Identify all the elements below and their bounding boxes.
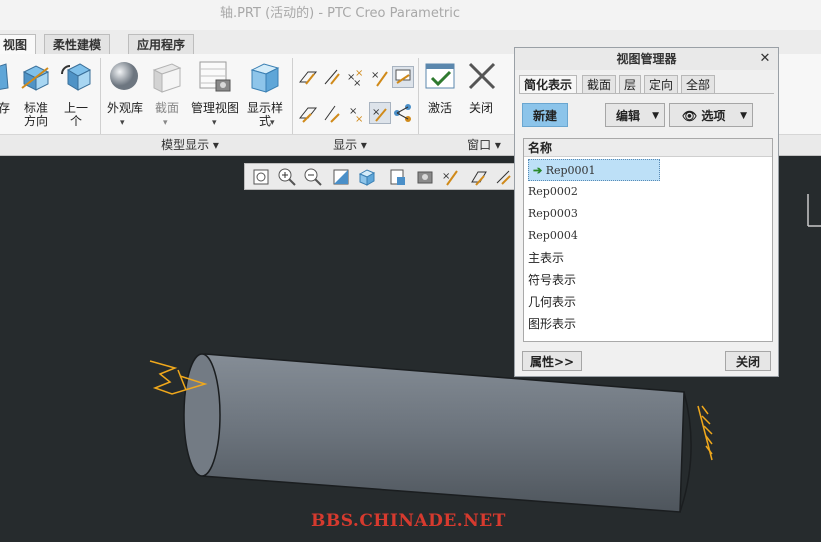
spin-center-small-icon[interactable] (493, 167, 513, 187)
title-bar: 轴.PRT (活动的) - PTC Creo Parametric (0, 0, 821, 30)
chevron-down-icon: ▾ (120, 118, 125, 128)
section-icon (150, 60, 184, 94)
previous-view-icon (58, 60, 92, 94)
chevron-down-icon: ▼ (652, 111, 659, 121)
saved-orientations-icon[interactable] (387, 167, 407, 187)
window-title: 轴.PRT (活动的) - PTC Creo Parametric (219, 6, 461, 21)
datum-axis-display-icon[interactable] (321, 66, 343, 88)
window-group-label[interactable]: 窗口 ▾ (456, 136, 512, 152)
manage-views-button[interactable]: 管理视图 (190, 102, 240, 115)
display-style-icon (248, 60, 282, 94)
svg-text:×: × (355, 114, 363, 124)
standard-orientation-icon (18, 60, 52, 94)
close-button[interactable]: 关闭 (725, 351, 771, 371)
column-header-name[interactable]: 名称 (524, 139, 772, 157)
list-item[interactable]: ➔ Rep0001 (528, 159, 660, 181)
options-dropdown-button[interactable]: 👁 选项 ▼ (669, 103, 753, 127)
appearance-gallery-icon (108, 60, 140, 94)
new-button[interactable]: 新建 (522, 103, 568, 127)
cylinder-end-face (183, 353, 221, 477)
csys-display-icon[interactable]: × (369, 66, 391, 88)
chevron-down-icon: ▾ (212, 118, 217, 128)
tab-layers[interactable]: 层 (619, 75, 642, 94)
chevron-down-icon: ▾ (163, 118, 168, 128)
zoom-out-icon[interactable] (303, 167, 323, 187)
datum-point-display-icon[interactable]: × × × (345, 66, 367, 89)
list-item[interactable]: Rep0003 (528, 203, 578, 225)
tab-applications[interactable]: 应用程序 (128, 34, 195, 54)
plane-tag-display-icon[interactable] (297, 102, 319, 124)
list-item[interactable]: Rep0002 (528, 181, 578, 203)
close-window-icon (466, 60, 500, 94)
tab-all[interactable]: 全部 (681, 75, 716, 94)
close-window-button[interactable]: 关闭 (464, 102, 498, 115)
annotation-display-icon[interactable] (392, 102, 414, 124)
tab-sections[interactable]: 截面 (582, 75, 617, 94)
manage-views-icon (198, 60, 232, 94)
datum-end-marks (697, 405, 713, 461)
list-item[interactable]: 符号表示 (528, 269, 576, 291)
spin-center-display-icon[interactable] (392, 66, 414, 88)
chevron-down-icon: ▾ (270, 118, 275, 128)
watermark-text: BBS.CHINADE.NET (311, 511, 506, 531)
section-button[interactable]: 截面 (150, 102, 184, 115)
save-orientation-icon (0, 60, 10, 94)
display-style-small-icon[interactable] (357, 167, 377, 187)
list-item[interactable]: 几何表示 (528, 291, 576, 313)
point-tag-display-icon[interactable]: × × (345, 102, 367, 125)
list-item[interactable]: 主表示 (528, 247, 564, 269)
plane-display-small-icon[interactable] (469, 167, 489, 187)
previous-view-button[interactable]: 上一 个 (60, 102, 92, 128)
view-manager-icon[interactable] (415, 167, 435, 187)
tab-flexible-modeling[interactable]: 柔性建模 (44, 34, 111, 54)
tab-underline (519, 93, 774, 94)
appearance-gallery-button[interactable]: 外观库 (104, 102, 146, 115)
datum-plane-display-icon[interactable] (297, 66, 319, 88)
view-manager-dialog: 视图管理器 ✕ 简化表示 截面 层 定向 全部 新建 编辑 ▼ 👁 选项 ▼ 名称 … (514, 47, 779, 377)
zoom-in-icon[interactable] (277, 167, 297, 187)
dialog-title: 视图管理器 (515, 48, 778, 70)
svg-text:×: × (353, 78, 361, 88)
save-orientation-button[interactable]: 存 (0, 102, 12, 115)
properties-button[interactable]: 属性>> (522, 351, 582, 371)
list-item[interactable]: Rep0004 (528, 225, 578, 247)
svg-text:×: × (371, 70, 379, 81)
graphics-view-toolbar: × (244, 163, 516, 190)
datum-display-filters-icon[interactable]: × (441, 167, 461, 187)
activate-window-icon (424, 60, 458, 94)
show-group-label[interactable]: 显示 ▾ (320, 136, 380, 152)
refit-icon[interactable] (251, 167, 271, 187)
axis-tag-display-icon[interactable] (321, 102, 343, 124)
standard-orientation-button[interactable]: 标准 方向 (20, 102, 52, 128)
active-arrow-icon: ➔ (533, 164, 543, 177)
activate-window-button[interactable]: 激活 (424, 102, 456, 115)
representation-list: 名称 ➔ Rep0001 Rep0002 Rep0003 Rep0004 主表示… (523, 138, 773, 342)
tab-orient[interactable]: 定向 (644, 75, 679, 94)
model-display-group-label[interactable]: 模型显示 ▾ (150, 136, 230, 152)
chevron-down-icon: ▼ (740, 111, 747, 121)
dialog-close-button[interactable]: ✕ (757, 51, 773, 67)
cylinder-body (201, 353, 685, 513)
csys-tag-display-icon[interactable]: × (369, 102, 391, 124)
repaint-icon[interactable] (331, 167, 351, 187)
eye-icon: 👁 (682, 109, 698, 123)
edit-dropdown-button[interactable]: 编辑 ▼ (605, 103, 665, 127)
tab-simplified-reps[interactable]: 简化表示 (519, 75, 578, 94)
display-style-button[interactable]: 显示样 式 (244, 102, 286, 128)
list-item[interactable]: 图形表示 (528, 313, 576, 335)
tab-view[interactable]: 视图 (0, 34, 37, 55)
